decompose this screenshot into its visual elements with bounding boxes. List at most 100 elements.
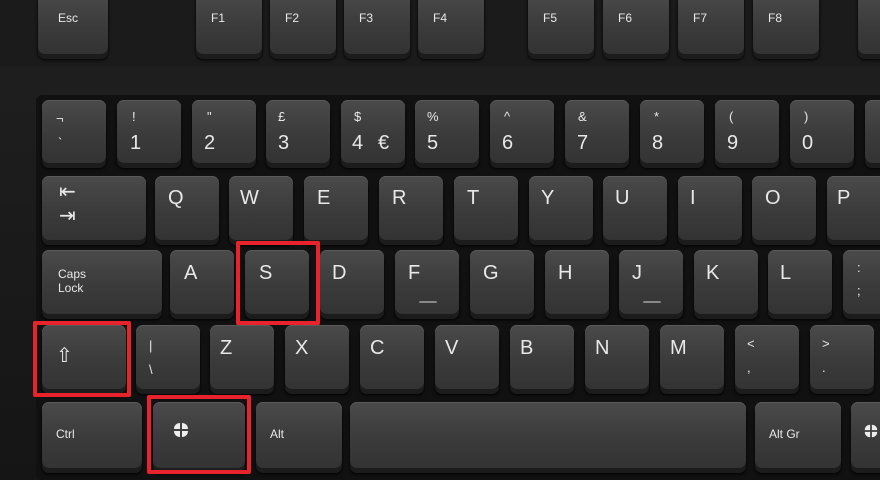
esc-key-label: Esc	[58, 11, 79, 25]
e-key[interactable]: E	[304, 176, 368, 240]
t-key-label: T	[467, 187, 480, 209]
digit-4-label: 4	[352, 132, 364, 154]
f7-key[interactable]: F7	[678, 0, 744, 54]
f1-key-label: F1	[211, 11, 226, 25]
w-key-label: W	[240, 187, 259, 209]
v-key[interactable]: V	[435, 325, 499, 389]
comma-key-bottom: ,	[747, 360, 751, 375]
f5-key[interactable]: F5	[528, 0, 594, 54]
r-key[interactable]: R	[379, 176, 443, 240]
alt-gr-key[interactable]: Alt Gr	[755, 402, 841, 468]
highlight-s-key	[236, 241, 320, 325]
t-key[interactable]: T	[454, 176, 518, 240]
f8-key-label: F8	[768, 11, 783, 25]
digit-2-key[interactable]: " 2	[192, 100, 256, 163]
digit-7-key[interactable]: & 7	[565, 100, 629, 163]
backslash-key[interactable]: | \	[136, 325, 200, 389]
digit-3-top: £	[278, 109, 286, 124]
digit-5-label: 5	[427, 132, 439, 154]
digit-7-top: &	[578, 109, 587, 124]
f6-key-label: F6	[618, 11, 633, 25]
digit-2-top: "	[207, 109, 212, 124]
right-windows-key-partial[interactable]	[851, 402, 880, 468]
i-key-label: I	[690, 187, 696, 209]
semicolon-key-top: :	[857, 260, 861, 275]
digit-0-top: )	[804, 109, 809, 124]
highlight-shift-key	[33, 321, 131, 397]
z-key-label: Z	[220, 337, 233, 359]
minus-key-partial[interactable]	[865, 100, 880, 163]
esc-key[interactable]: Esc	[38, 0, 108, 54]
grave-key-top: ¬	[56, 111, 64, 126]
comma-key-top: <	[747, 336, 755, 351]
digit-5-key[interactable]: % 5	[415, 100, 479, 163]
k-key[interactable]: K	[694, 250, 758, 314]
o-key[interactable]: O	[752, 176, 816, 240]
backslash-key-top: |	[149, 338, 153, 353]
b-key-label: B	[520, 337, 534, 359]
o-key-label: O	[765, 187, 781, 209]
caps-lock-key[interactable]: Caps Lock	[42, 250, 162, 314]
digit-0-key[interactable]: ) 0	[790, 100, 854, 163]
digit-4-top: $	[354, 109, 362, 124]
h-key-label: H	[558, 262, 573, 284]
euro-alt-label: €	[378, 132, 390, 154]
ctrl-key-label: Ctrl	[56, 427, 75, 441]
digit-2-label: 2	[204, 132, 216, 154]
f6-key[interactable]: F6	[603, 0, 669, 54]
f3-key[interactable]: F3	[344, 0, 410, 54]
digit-4-key[interactable]: $ 4 €	[341, 100, 405, 163]
digit-3-key[interactable]: £ 3	[266, 100, 330, 163]
l-key[interactable]: L	[768, 250, 832, 314]
left-alt-key[interactable]: Alt	[256, 402, 342, 468]
digit-9-key[interactable]: ( 9	[715, 100, 779, 163]
digit-6-label: 6	[502, 132, 514, 154]
c-key-label: C	[370, 337, 385, 359]
f-key[interactable]: F	[395, 250, 459, 314]
left-ctrl-key[interactable]: Ctrl	[42, 402, 142, 468]
period-key[interactable]: > .	[810, 325, 874, 389]
digit-9-label: 9	[727, 132, 739, 154]
digit-8-key[interactable]: * 8	[640, 100, 704, 163]
digit-3-label: 3	[278, 132, 290, 154]
semicolon-key[interactable]: : ;	[843, 250, 880, 314]
d-key[interactable]: D	[320, 250, 384, 314]
b-key[interactable]: B	[510, 325, 574, 389]
q-key[interactable]: Q	[155, 176, 219, 240]
caps-lock-label-line2: Lock	[58, 281, 84, 295]
h-key[interactable]: H	[545, 250, 609, 314]
grave-key[interactable]: ¬ `	[42, 100, 106, 163]
grave-key-bottom: `	[58, 135, 63, 150]
f4-key-label: F4	[433, 11, 448, 25]
m-key[interactable]: M	[660, 325, 724, 389]
q-key-label: Q	[168, 187, 184, 209]
caps-lock-label-line1: Caps	[58, 267, 87, 281]
f2-key[interactable]: F2	[270, 0, 336, 54]
comma-key[interactable]: < ,	[735, 325, 799, 389]
digit-1-key[interactable]: ! 1	[117, 100, 181, 163]
f9-key-partial[interactable]	[858, 0, 880, 54]
u-key[interactable]: U	[603, 176, 667, 240]
highlight-windows-key	[147, 395, 251, 474]
digit-6-key[interactable]: ^ 6	[490, 100, 554, 163]
i-key[interactable]: I	[678, 176, 742, 240]
g-key[interactable]: G	[470, 250, 534, 314]
tab-key[interactable]: ⇤ ⇥	[42, 176, 146, 240]
f1-key[interactable]: F1	[196, 0, 262, 54]
j-key[interactable]: J	[619, 250, 683, 314]
a-key-label: A	[184, 262, 198, 284]
w-key[interactable]: W	[229, 176, 293, 240]
f4-key[interactable]: F4	[418, 0, 484, 54]
home-row-bump-f	[419, 301, 437, 303]
space-bar[interactable]	[350, 402, 746, 468]
digit-0-label: 0	[802, 132, 814, 154]
x-key[interactable]: X	[285, 325, 349, 389]
y-key[interactable]: Y	[529, 176, 593, 240]
c-key[interactable]: C	[360, 325, 424, 389]
p-key[interactable]: P	[827, 176, 880, 240]
digit-1-label: 1	[130, 132, 142, 154]
n-key[interactable]: N	[585, 325, 649, 389]
a-key[interactable]: A	[170, 250, 234, 314]
z-key[interactable]: Z	[210, 325, 274, 389]
f8-key[interactable]: F8	[753, 0, 819, 54]
